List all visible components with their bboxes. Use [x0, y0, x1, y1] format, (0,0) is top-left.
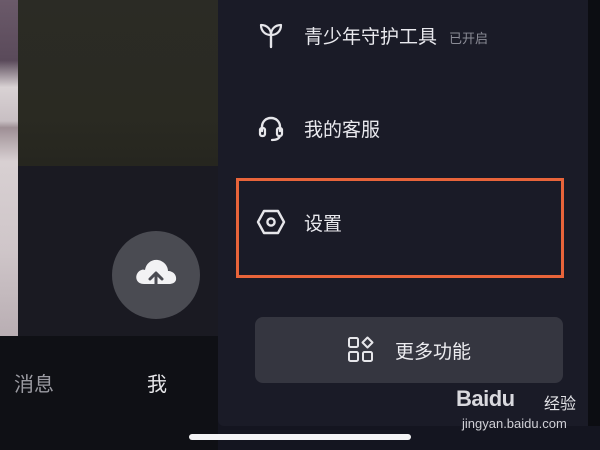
- menu-item-label: 青少年守护工具 已开启: [304, 22, 488, 49]
- apps-grid-icon: [347, 336, 374, 362]
- cloud-upload-icon: [136, 259, 177, 293]
- screen-edge: [588, 0, 600, 426]
- sprout-icon: [256, 20, 286, 50]
- tab-me[interactable]: 我: [147, 368, 167, 397]
- watermark-url: jingyan.baidu.com: [462, 416, 567, 431]
- tab-messages[interactable]: 消息: [14, 368, 54, 397]
- highlight-box: [236, 178, 564, 278]
- watermark-brand: Baidu: [456, 386, 515, 411]
- home-indicator[interactable]: [189, 434, 411, 440]
- youth-protection-label: 青少年守护工具: [304, 25, 438, 48]
- baidu-watermark: Baidu 经验 jingyan.baidu.com: [444, 384, 594, 444]
- customer-service-label: 我的客服: [304, 118, 381, 141]
- status-badge: 已开启: [449, 31, 489, 47]
- menu-item-customer-service[interactable]: 我的客服: [236, 80, 564, 176]
- more-features-button[interactable]: 更多功能: [255, 317, 563, 383]
- menu-item-youth-protection[interactable]: 青少年守护工具 已开启: [236, 0, 564, 83]
- thumbnail-strip: [0, 0, 18, 336]
- video-tile[interactable]: [18, 0, 218, 166]
- watermark-brand-cn: 经验: [544, 394, 577, 413]
- headset-icon: [256, 113, 286, 143]
- more-features-label: 更多功能: [394, 340, 471, 363]
- upload-button[interactable]: [112, 231, 200, 319]
